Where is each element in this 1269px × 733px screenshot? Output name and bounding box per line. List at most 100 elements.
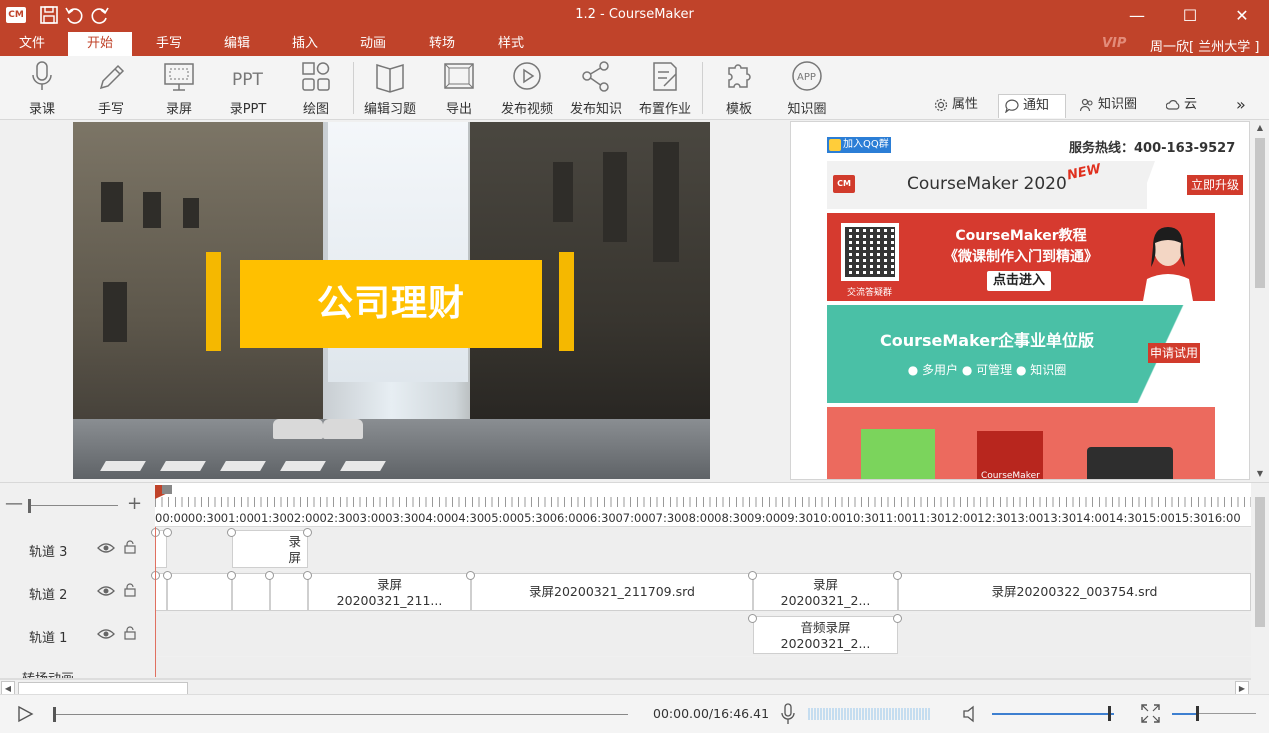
ruler-ticks: [155, 497, 1251, 507]
record-ppt-button[interactable]: PPT 录PPT: [217, 60, 279, 118]
publish-knowledge-button[interactable]: 发布知识: [565, 60, 627, 118]
clip-handle[interactable]: [893, 614, 902, 623]
user-name[interactable]: 周一欣[ 兰州大学 ]: [1150, 36, 1259, 55]
handwrite-button[interactable]: 手写: [80, 60, 142, 118]
more-tabs-button[interactable]: »: [1230, 94, 1254, 118]
scroll-left-arrow-icon[interactable]: ◀: [1, 681, 15, 695]
hardware-banner[interactable]: CourseMaker: [827, 407, 1215, 479]
panel-scroll-thumb[interactable]: [1255, 138, 1265, 288]
minimize-button[interactable]: —: [1113, 0, 1161, 32]
panel-scrollbar[interactable]: ▲ ▼: [1251, 120, 1269, 482]
clip-handle[interactable]: [893, 571, 902, 580]
track-1: 轨道 1 音频录屏 20200321_2...: [0, 614, 1251, 656]
clip-handle[interactable]: [303, 528, 312, 537]
slide-title-text[interactable]: 公司理财: [240, 260, 542, 348]
enterprise-banner[interactable]: CourseMaker企事业单位版 ● 多用户 ● 可管理 ● 知识圈 申请试用: [827, 305, 1215, 403]
playhead-handle[interactable]: [162, 485, 172, 494]
lock-icon[interactable]: [124, 540, 136, 554]
timeline-zoom-slider[interactable]: [28, 505, 118, 506]
time-ruler[interactable]: 00:0000:3001:0001:3002:0002:3003:0003:30…: [155, 483, 1251, 527]
clip-label-line2: 20200321_211...: [336, 593, 443, 608]
timeline-zoom-knob[interactable]: [28, 499, 31, 513]
track-lane[interactable]: 录 屏: [151, 528, 1251, 570]
assign-homework-button[interactable]: 布置作业: [634, 60, 696, 118]
timeline-clip[interactable]: 录屏 20200321_2...: [753, 573, 898, 611]
playback-progress[interactable]: [54, 714, 628, 715]
timeline-clip[interactable]: 录屏20200322_003754.srd: [898, 573, 1251, 611]
fullscreen-icon[interactable]: [1141, 704, 1160, 723]
upgrade-banner[interactable]: CM CourseMaker 2020 NEW: [827, 161, 1147, 209]
tab-notifications[interactable]: 通知: [998, 94, 1066, 118]
timeline-zoom-in-button[interactable]: +: [127, 493, 142, 514]
lock-icon[interactable]: [124, 626, 136, 640]
record-lesson-button[interactable]: 录课: [11, 60, 73, 118]
clip-handle[interactable]: [748, 614, 757, 623]
timeline-vscroll-thumb[interactable]: [1255, 497, 1265, 627]
speaker-icon[interactable]: [962, 705, 980, 723]
clip-handle[interactable]: [265, 571, 274, 580]
menu-file[interactable]: 文件: [0, 32, 64, 56]
menu-style[interactable]: 样式: [479, 32, 543, 56]
menu-insert[interactable]: 插入: [273, 32, 337, 56]
vip-badge[interactable]: VIP: [1102, 36, 1126, 51]
timeline-clip[interactable]: [232, 573, 270, 611]
menu-handwrite[interactable]: 手写: [137, 32, 201, 56]
apply-trial-button[interactable]: 申请试用: [1148, 343, 1200, 363]
screen-record-button[interactable]: 录屏: [148, 60, 210, 118]
menu-transition[interactable]: 转场: [410, 32, 474, 56]
lock-icon[interactable]: [124, 583, 136, 597]
preview-zoom-knob[interactable]: [1196, 706, 1199, 721]
clip-handle[interactable]: [163, 571, 172, 580]
menu-animation[interactable]: 动画: [341, 32, 405, 56]
play-icon[interactable]: [16, 705, 34, 723]
menu-home[interactable]: 开始: [68, 32, 132, 56]
scroll-up-arrow-icon[interactable]: ▲: [1251, 120, 1269, 136]
timeline-clip[interactable]: [167, 573, 232, 611]
track-lane[interactable]: 音频录屏 20200321_2...: [155, 614, 1251, 656]
track-lane[interactable]: 录屏 20200321_211... 录屏20200321_211709.srd…: [151, 571, 1251, 613]
scroll-down-arrow-icon[interactable]: ▼: [1251, 466, 1269, 482]
close-button[interactable]: ✕: [1218, 0, 1266, 32]
tutorial-banner[interactable]: 交流答疑群 CourseMaker教程 《微课制作入门到精通》 点击进入: [827, 213, 1215, 301]
timeline-horizontal-scrollbar[interactable]: ◀ ▶: [0, 679, 1251, 695]
join-qq-group-button[interactable]: 加入QQ群: [827, 137, 891, 153]
clip-handle[interactable]: [748, 571, 757, 580]
menu-edit[interactable]: 编辑: [205, 32, 269, 56]
timeline-zoom-out-button[interactable]: —: [5, 493, 23, 514]
draw-button[interactable]: 绘图: [285, 60, 347, 118]
tab-cloud[interactable]: 云: [1160, 94, 1210, 118]
preview-zoom-slider[interactable]: [1172, 713, 1198, 715]
template-button[interactable]: 模板: [708, 60, 770, 118]
tab-knowledge-circle[interactable]: 知识圈: [1074, 94, 1154, 118]
eye-icon[interactable]: [97, 584, 115, 598]
timeline-clip[interactable]: 录屏20200321_211709.srd: [471, 573, 753, 611]
slide-canvas[interactable]: 公司理财: [73, 122, 710, 479]
microphone-icon[interactable]: [781, 703, 795, 725]
timeline-clip[interactable]: 录 屏: [232, 530, 308, 568]
timeline-clip[interactable]: 录屏 20200321_211...: [308, 573, 471, 611]
timeline-clip[interactable]: [270, 573, 308, 611]
clip-handle[interactable]: [227, 571, 236, 580]
enter-tutorial-button[interactable]: 点击进入: [987, 271, 1051, 291]
upgrade-now-button[interactable]: 立即升级: [1187, 175, 1243, 195]
eye-icon[interactable]: [97, 541, 115, 555]
clip-handle[interactable]: [163, 528, 172, 537]
volume-slider[interactable]: [992, 713, 1114, 715]
edit-exercise-button[interactable]: 编辑习题: [359, 60, 421, 118]
maximize-button[interactable]: ☐: [1166, 0, 1214, 32]
clip-handle[interactable]: [227, 528, 236, 537]
timeline-vertical-scrollbar[interactable]: [1251, 483, 1269, 679]
scroll-right-arrow-icon[interactable]: ▶: [1235, 681, 1249, 695]
knowledge-circle-button[interactable]: APP 知识圈: [776, 60, 838, 118]
publish-video-button[interactable]: 发布视频: [496, 60, 558, 118]
clip-handle[interactable]: [303, 571, 312, 580]
track-lane[interactable]: [155, 657, 1251, 678]
timeline-clip[interactable]: 音频录屏 20200321_2...: [753, 616, 898, 654]
clip-handle[interactable]: [466, 571, 475, 580]
eye-icon[interactable]: [97, 627, 115, 641]
tab-properties[interactable]: 属性: [928, 94, 990, 118]
assignment-icon: [653, 62, 677, 91]
export-button[interactable]: 导出: [428, 60, 490, 118]
volume-knob[interactable]: [1108, 706, 1111, 721]
playback-progress-knob[interactable]: [53, 707, 56, 722]
